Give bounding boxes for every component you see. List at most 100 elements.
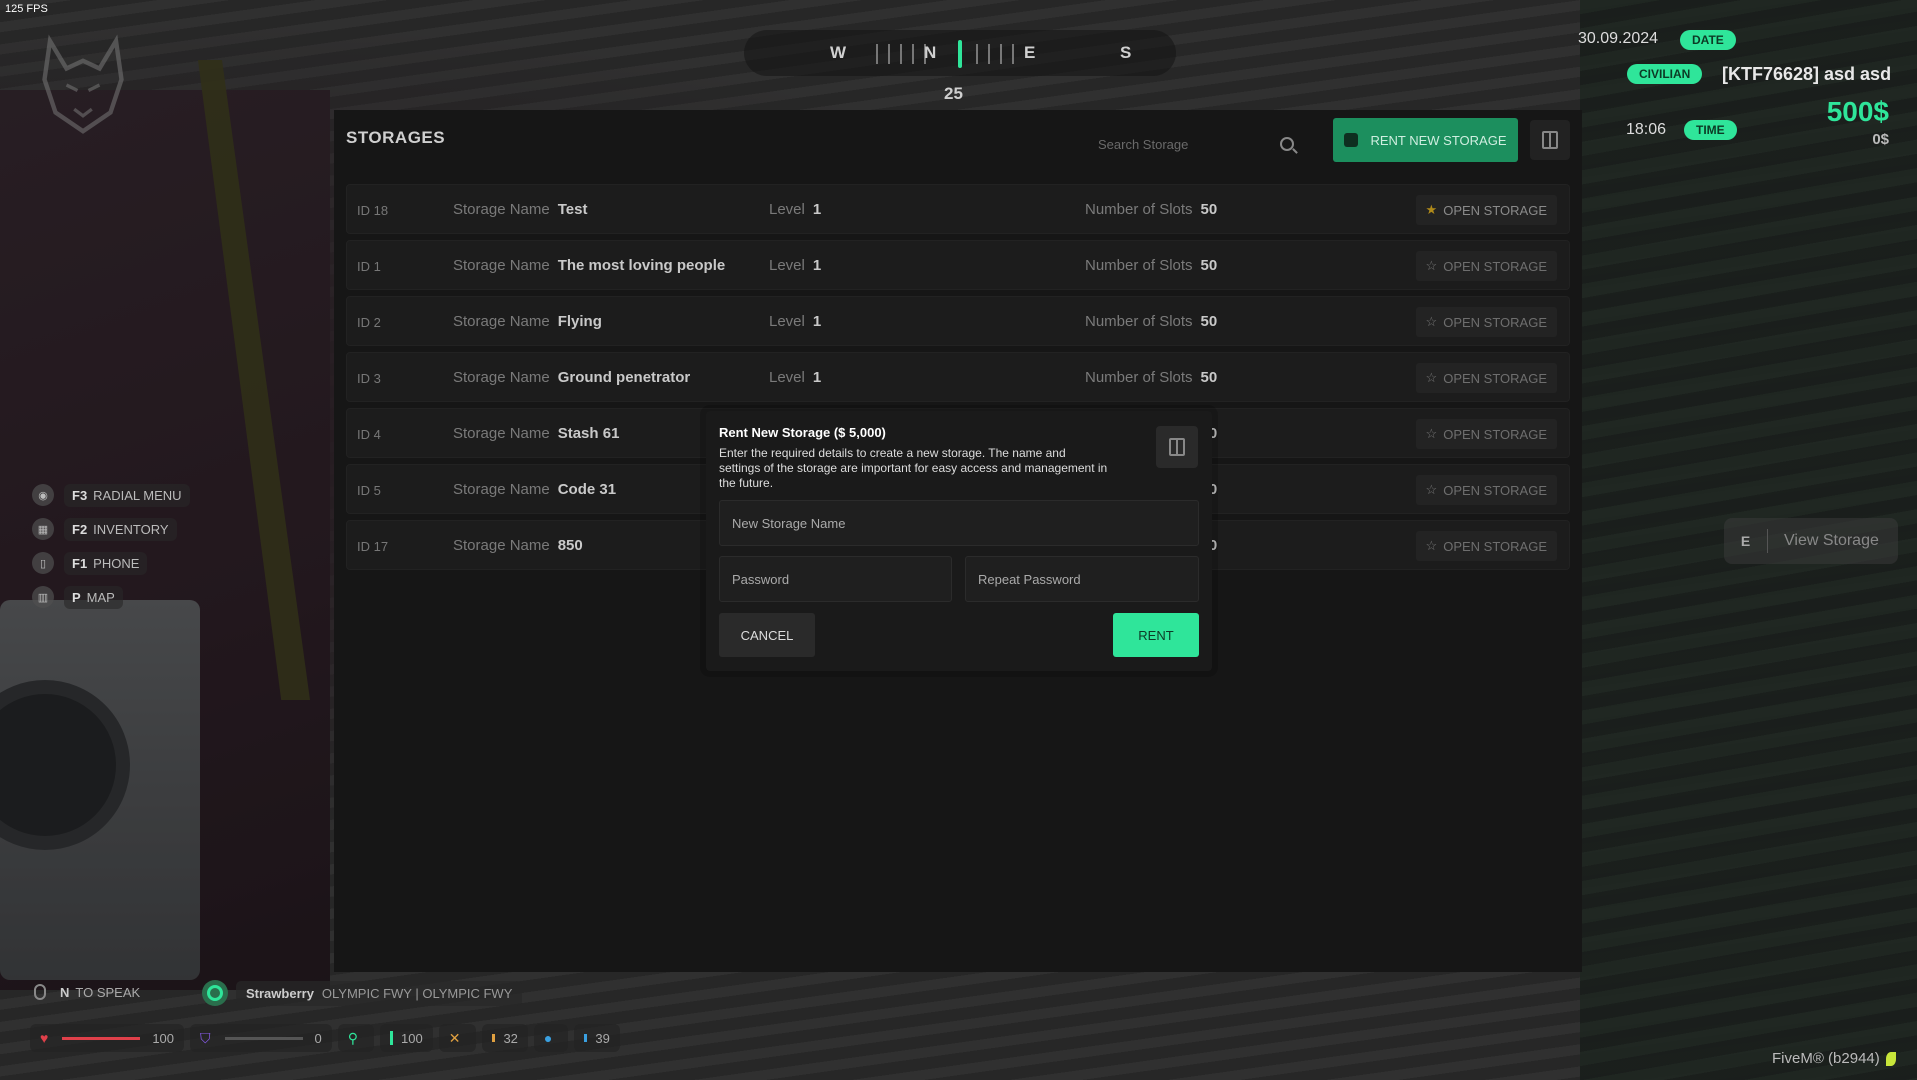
- storage-id: ID 5: [357, 483, 381, 498]
- keybind-inventory: ▦ F2 INVENTORY: [32, 512, 190, 546]
- open-storage-button[interactable]: ☆ OPEN STORAGE: [1415, 475, 1557, 505]
- storage-id: ID 4: [357, 427, 381, 442]
- table-row: ID 18 Storage Name Test Level 1 Number of …: [346, 184, 1570, 234]
- storage-name: Code 31: [557, 481, 617, 498]
- armor-stat: ⛉ 0: [190, 1024, 332, 1052]
- open-storage-button[interactable]: ☆ OPEN STORAGE: [1415, 307, 1557, 337]
- storage-box-icon: [1344, 133, 1359, 147]
- info-book-button[interactable]: [1530, 120, 1570, 160]
- status-bars: ♥ 100 ⛉ 0 ⚲ 100 ✕ 32 ● 39: [30, 1024, 620, 1052]
- server-logo-wolf-icon: [42, 34, 124, 134]
- street-name: OLYMPIC FWY | OLYMPIC FWY: [321, 985, 513, 1001]
- star-outline-icon: ☆: [1425, 370, 1438, 385]
- storage-level: 1: [812, 257, 822, 274]
- rent-storage-modal: Rent New Storage ($ 5,000) Enter the req…: [706, 411, 1212, 671]
- storage-slots: 50: [1200, 369, 1218, 386]
- health-stat: ♥ 100: [30, 1024, 185, 1052]
- storage-slots: 50: [1200, 313, 1218, 330]
- storage-name: The most loving people: [557, 257, 726, 274]
- hunger-stat: ✕: [438, 1024, 477, 1052]
- table-row: ID 2 Storage Name Flying Level 1 Number of…: [346, 296, 1570, 346]
- storage-name-input[interactable]: [719, 500, 1199, 546]
- compass-heading: 25: [944, 84, 963, 103]
- password-input[interactable]: [719, 556, 952, 602]
- thirst-stat: ●: [533, 1024, 569, 1052]
- microphone-icon: [34, 984, 46, 1000]
- phone-icon: ▯: [32, 552, 54, 574]
- storage-name: Flying: [557, 313, 602, 330]
- repeat-password-input[interactable]: [965, 556, 1199, 602]
- modal-info-button[interactable]: [1156, 426, 1198, 468]
- keybind-radial-menu: ◉ F3 RADIAL MENU: [32, 478, 190, 512]
- hunger-value: 32: [482, 1024, 528, 1052]
- storage-id: ID 3: [357, 371, 381, 386]
- storage-name: Ground penetrator: [557, 369, 691, 386]
- compass: W N E S: [744, 30, 1176, 76]
- star-outline-icon: ☆: [1425, 426, 1438, 441]
- water-drop-icon: ●: [543, 1030, 553, 1046]
- stamina-stat: ⚲: [337, 1024, 375, 1052]
- location-pin-icon: [202, 980, 228, 1006]
- storage-level: 1: [812, 313, 822, 330]
- compass-west: W: [830, 43, 847, 62]
- modal-title: Rent New Storage ($ 5,000): [719, 425, 886, 440]
- open-storage-button[interactable]: ☆ OPEN STORAGE: [1415, 363, 1557, 393]
- cash-amount: 500$: [1826, 96, 1889, 127]
- star-outline-icon: ☆: [1425, 482, 1438, 497]
- storage-level: 1: [812, 201, 822, 218]
- storage-id: ID 17: [357, 539, 389, 554]
- compass-east: E: [1024, 43, 1036, 62]
- storage-slots: 50: [1200, 201, 1218, 218]
- book-icon: [1542, 131, 1558, 149]
- fivem-leaf-icon: [1885, 1052, 1896, 1067]
- star-outline-icon: ☆: [1425, 258, 1438, 273]
- fork-knife-icon: ✕: [448, 1029, 461, 1046]
- storage-level: 1: [812, 369, 822, 386]
- storage-name: Stash 61: [557, 425, 620, 442]
- prompt-label: View Storage: [1784, 532, 1879, 549]
- search-box[interactable]: [1086, 124, 1306, 164]
- map-icon: ▥: [32, 586, 54, 608]
- job-badge: CIVILIAN: [1627, 64, 1703, 84]
- date-value: 30.09.2024: [1578, 30, 1659, 47]
- compass-north: N: [924, 43, 937, 62]
- star-outline-icon: ☆: [1425, 538, 1438, 553]
- open-storage-button[interactable]: ☆ OPEN STORAGE: [1415, 531, 1557, 561]
- table-row: ID 3 Storage Name Ground penetrator Level…: [346, 352, 1570, 402]
- radial-icon: ◉: [32, 484, 54, 506]
- heart-icon: ♥: [40, 1030, 49, 1046]
- time-value: 18:06: [1626, 121, 1667, 138]
- voice-indicator: N TO SPEAK: [34, 984, 140, 1000]
- cancel-button[interactable]: CANCEL: [719, 613, 815, 657]
- rent-new-storage-button[interactable]: RENT NEW STORAGE: [1333, 118, 1518, 162]
- bank-amount: 0$: [1872, 131, 1889, 148]
- book-icon: [1169, 438, 1185, 456]
- zone-name: Strawberry: [246, 985, 314, 1001]
- running-icon: ⚲: [347, 1029, 359, 1046]
- date-badge: DATE: [1680, 30, 1736, 50]
- stamina-value: 100: [380, 1024, 433, 1052]
- compass-south: S: [1120, 43, 1132, 62]
- keybind-phone: ▯ F1 PHONE: [32, 546, 190, 580]
- storage-slots: 50: [1200, 257, 1218, 274]
- rent-button[interactable]: RENT: [1113, 613, 1199, 657]
- thirst-value: 39: [574, 1024, 620, 1052]
- modal-description: Enter the required details to create a n…: [719, 446, 1108, 490]
- search-icon[interactable]: [1280, 137, 1294, 151]
- star-outline-icon: ☆: [1425, 314, 1438, 329]
- prompt-key: E: [1724, 529, 1768, 553]
- table-row: ID 1 Storage Name The most loving people …: [346, 240, 1570, 290]
- storage-id: ID 2: [357, 315, 381, 330]
- build-label: FiveM® (b2944): [1772, 1050, 1896, 1067]
- shield-icon: ⛉: [200, 1029, 211, 1046]
- open-storage-button[interactable]: ★ OPEN STORAGE: [1415, 195, 1557, 225]
- open-storage-button[interactable]: ☆ OPEN STORAGE: [1415, 251, 1557, 281]
- time-badge: TIME: [1684, 120, 1737, 140]
- fps-counter: 125 FPS: [5, 3, 48, 15]
- inventory-icon: ▦: [32, 518, 54, 540]
- storage-name: 850: [557, 537, 583, 554]
- search-input[interactable]: [1098, 136, 1280, 152]
- open-storage-button[interactable]: ☆ OPEN STORAGE: [1415, 419, 1557, 449]
- panel-title: STORAGES: [346, 128, 446, 147]
- keybind-list: ◉ F3 RADIAL MENU ▦ F2 INVENTORY ▯ F1 PHONE …: [32, 478, 190, 614]
